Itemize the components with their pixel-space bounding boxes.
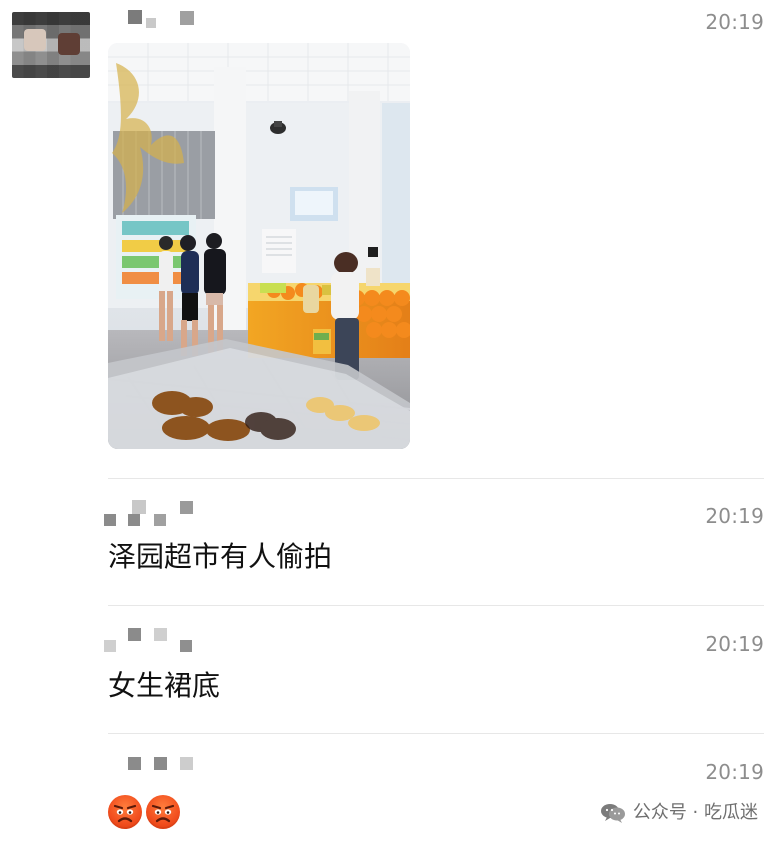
sender-avatar [12,12,90,78]
message-time-4: 20:19 [705,760,764,784]
divider [108,478,764,479]
sender-name-redacted [104,498,194,526]
message-time-3: 20:19 [705,632,764,656]
chat-message-text: 泽园超市有人偷拍 [108,540,333,573]
message-time-1: 20:19 [705,10,764,34]
divider [108,605,764,606]
supermarket-photo [108,43,410,449]
angry-face-icon [146,795,180,829]
message-time-2: 20:19 [705,504,764,528]
sender-name-redacted [128,753,218,775]
sender-name-redacted [104,625,194,652]
chat-message-text: 女生裙底 [108,669,221,702]
divider [108,733,764,734]
watermark: 公众号 · 吃瓜迷 [599,801,758,824]
sender-name-redacted [128,10,218,32]
emoji-reaction-group [108,795,188,835]
watermark-text: 公众号 · 吃瓜迷 [632,801,758,823]
message-image[interactable] [108,43,410,449]
wechat-icon [599,801,626,824]
angry-face-icon [108,795,142,829]
